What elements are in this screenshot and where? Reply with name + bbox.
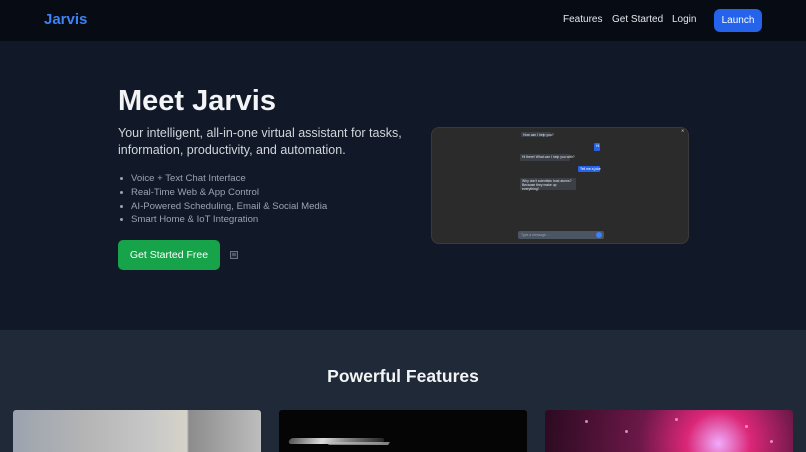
brand-logo[interactable]: Jarvis xyxy=(44,11,87,28)
top-navbar: Jarvis Features Get Started Login Launch xyxy=(0,0,806,41)
nav-link-features[interactable]: Features xyxy=(563,14,602,25)
feature-card-image xyxy=(545,410,793,452)
hero-subtitle: Your intelligent, all-in-one virtual ass… xyxy=(118,126,402,157)
sparkle xyxy=(625,430,628,433)
broken-image-icon xyxy=(230,251,238,259)
list-item: Real-Time Web & App Control xyxy=(118,186,327,200)
hero-title: Meet Jarvis xyxy=(118,85,276,117)
list-item: AI-Powered Scheduling, Email & Social Me… xyxy=(118,200,327,214)
feature-card-image xyxy=(13,410,261,452)
light-streak xyxy=(328,442,390,445)
chat-message: Hi xyxy=(594,143,600,151)
chat-message: Tell me a joke xyxy=(578,166,601,172)
hero-feature-list: Voice + Text Chat Interface Real-Time We… xyxy=(118,172,327,227)
sparkle xyxy=(745,425,748,428)
launch-button[interactable]: Launch xyxy=(714,9,762,32)
section-title: Powerful Features xyxy=(327,366,479,386)
close-icon[interactable]: ✕ xyxy=(681,129,685,133)
sparkle xyxy=(585,420,588,423)
feature-card-image xyxy=(279,410,527,452)
features-section: Powerful Features xyxy=(0,330,806,452)
chat-message: Hi there! What can I help you with? xyxy=(520,154,575,161)
sparkle xyxy=(675,418,678,421)
list-item: Voice + Text Chat Interface xyxy=(118,172,327,186)
get-started-free-button[interactable]: Get Started Free xyxy=(118,240,220,270)
send-icon[interactable] xyxy=(596,232,602,238)
sparkle xyxy=(770,440,773,443)
nav-link-login[interactable]: Login xyxy=(672,14,696,25)
chat-preview-window: ✕ How can I help you? Hi Hi there! What … xyxy=(431,127,689,244)
chat-message: How can I help you? xyxy=(521,132,554,137)
nav-link-get-started[interactable]: Get Started xyxy=(612,14,663,25)
chat-input[interactable]: Type a message... xyxy=(518,231,604,239)
list-item: Smart Home & IoT Integration xyxy=(118,213,327,227)
chat-message: Why don't scientists trust atoms? Becaus… xyxy=(520,178,576,191)
